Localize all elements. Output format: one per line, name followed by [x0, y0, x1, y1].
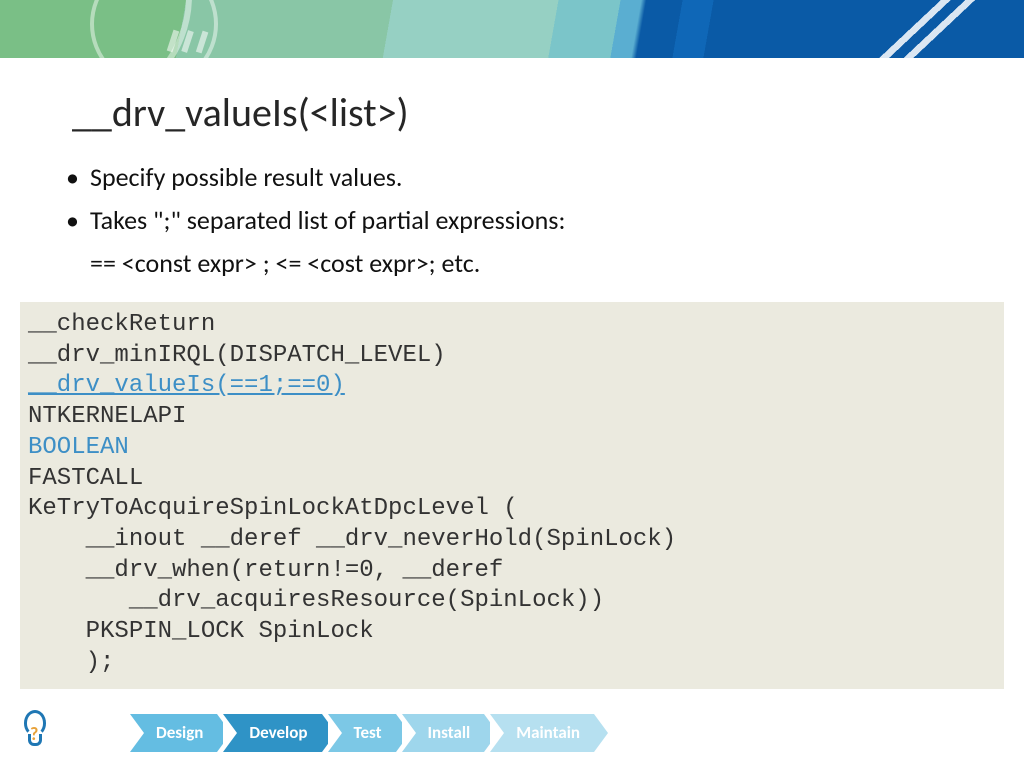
code-line: __inout __deref __drv_neverHold(SpinLock…	[28, 526, 676, 553]
bullet-item: Takes ";" separated list of partial expr…	[60, 201, 964, 240]
code-line: __drv_acquiresResource(SpinLock))	[28, 587, 604, 614]
code-line: __drv_minIRQL(DISPATCH_LEVEL)	[28, 342, 446, 369]
slide-title: __drv_valueIs(<list>)	[72, 88, 409, 137]
code-line: PKSPIN_LOCK SpinLock	[28, 618, 374, 645]
slide: __drv_valueIs(<list>) Specify possible r…	[0, 0, 1024, 768]
banner-decor-ticks	[167, 30, 180, 53]
bullet-list: Specify possible result values. Takes ";…	[60, 158, 964, 283]
code-line-highlight: BOOLEAN	[28, 434, 129, 461]
process-step: Develop	[223, 714, 321, 752]
bullet-item: Specify possible result values.	[60, 158, 964, 197]
process-step: Design	[130, 714, 217, 752]
code-line: KeTryToAcquireSpinLockAtDpcLevel (	[28, 495, 518, 522]
code-line: NTKERNELAPI	[28, 403, 186, 430]
code-line: FASTCALL	[28, 465, 143, 492]
code-line: __drv_when(return!=0, __deref	[28, 557, 503, 584]
code-block: __checkReturn __drv_minIRQL(DISPATCH_LEV…	[20, 302, 1004, 689]
header-banner	[0, 0, 1024, 58]
process-step: Maintain	[490, 714, 594, 752]
bullet-subline: == <const expr> ; <= <cost expr>; etc.	[60, 244, 964, 283]
code-line: );	[28, 649, 114, 676]
process-step: Test	[328, 714, 396, 752]
code-line-highlight-link[interactable]: __drv_valueIs(==1;==0)	[28, 372, 345, 399]
banner-decor-diagonals	[804, 0, 1008, 58]
process-arrows: Design Develop Test Install Maintain	[130, 714, 600, 752]
footer: ? Design Develop Test Install Maintain	[0, 706, 1024, 754]
footer-logo-icon: ?	[18, 710, 52, 750]
process-step: Install	[402, 714, 485, 752]
code-line: __checkReturn	[28, 311, 215, 338]
